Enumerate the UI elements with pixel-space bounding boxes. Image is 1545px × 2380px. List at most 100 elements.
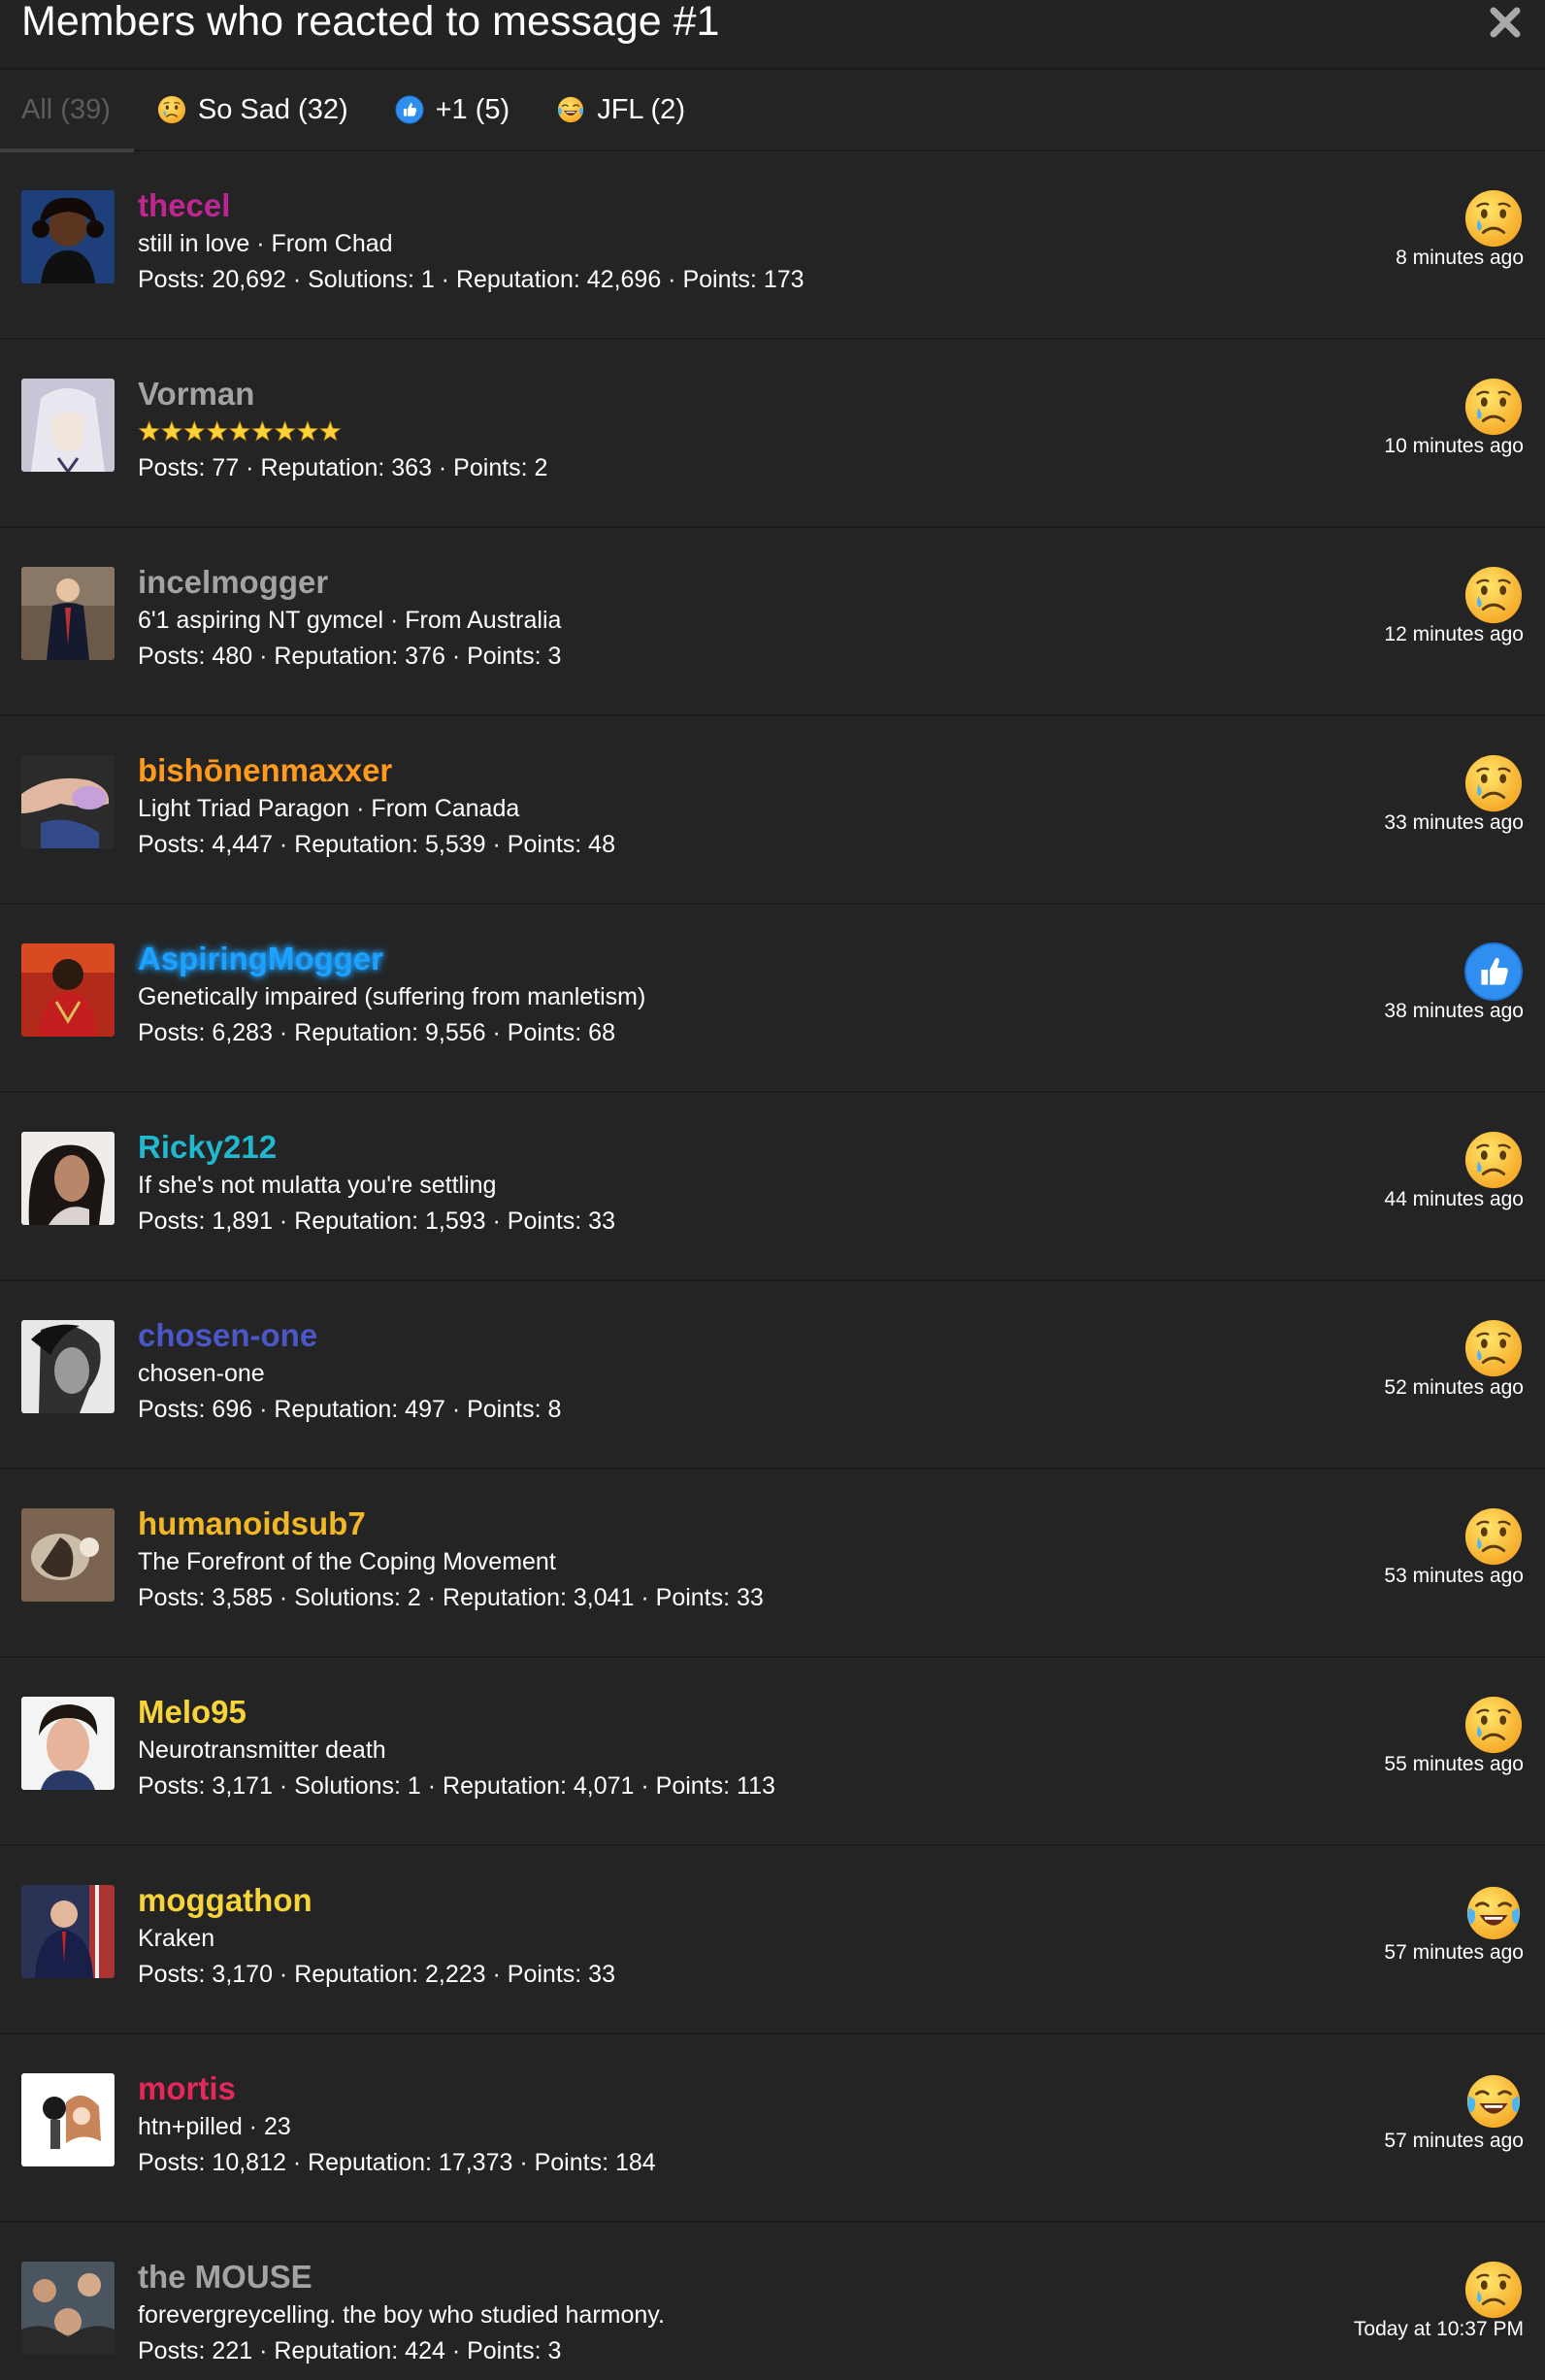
tab-label: +1 (5): [435, 93, 510, 125]
rank-stars-icon: [138, 419, 342, 442]
member-info: moggathon Kraken Posts: 3,170 · Reputation…: [138, 1881, 1293, 1992]
user-title: If she's not mulatta you're settling: [138, 1172, 497, 1199]
avatar[interactable]: [21, 1697, 115, 1790]
avatar[interactable]: [21, 755, 115, 848]
sad-emoji-icon: [1463, 753, 1524, 813]
user-stats: Posts: 221 · Reputation: 424 · Points: 3: [138, 2337, 562, 2364]
reaction-time: 52 minutes ago: [1384, 1376, 1524, 1399]
member-row: humanoidsub7 The Forefront of the Coping …: [0, 1470, 1545, 1658]
overlay-title: Members who reacted to message #1: [21, 0, 720, 45]
username-link[interactable]: moggathon: [138, 1881, 1293, 1920]
sad-emoji-icon: [1463, 1130, 1524, 1190]
user-title: still in love · From Chad: [138, 230, 393, 257]
member-row: Melo95 Neurotransmitter death Posts: 3,171…: [0, 1658, 1545, 1846]
member-row: chosen-one chosen-one Posts: 696 · Reputat…: [0, 1281, 1545, 1470]
reaction-time: 8 minutes ago: [1396, 247, 1524, 269]
member-info: chosen-one chosen-one Posts: 696 · Reputat…: [138, 1316, 1293, 1427]
tab-plus-one[interactable]: +1 (5): [372, 69, 534, 150]
overlay-header: Members who reacted to message #1: [0, 0, 1545, 70]
avatar[interactable]: [21, 1320, 115, 1413]
user-title: forevergreycelling. the boy who studied …: [138, 2301, 665, 2329]
member-info: incelmogger 6'1 aspiring NT gymcel · From…: [138, 563, 1293, 674]
user-title: Genetically impaired (suffering from man…: [138, 983, 646, 1010]
user-stats: Posts: 20,692 · Solutions: 1 · Reputatio…: [138, 266, 805, 293]
member-row: the MOUSE forevergreycelling. the boy who…: [0, 2223, 1545, 2380]
member-info: Melo95 Neurotransmitter death Posts: 3,171…: [138, 1693, 1293, 1803]
member-info: the MOUSE forevergreycelling. the boy who…: [138, 2258, 1293, 2368]
tab-label: All (39): [21, 93, 111, 125]
user-title: 6'1 aspiring NT gymcel · From Australia: [138, 607, 562, 634]
reaction-time: 12 minutes ago: [1384, 623, 1524, 645]
member-row: incelmogger 6'1 aspiring NT gymcel · From…: [0, 528, 1545, 716]
user-title: htn+pilled · 23: [138, 2113, 291, 2140]
sad-emoji-icon: [1463, 1695, 1524, 1755]
reaction-time: 57 minutes ago: [1384, 2130, 1524, 2152]
user-stats: Posts: 6,283 · Reputation: 9,556 · Point…: [138, 1019, 615, 1046]
avatar[interactable]: [21, 190, 115, 283]
reaction-time: 44 minutes ago: [1384, 1188, 1524, 1210]
avatar[interactable]: [21, 567, 115, 660]
member-row: AspiringMogger Genetically impaired (suff…: [0, 905, 1545, 1093]
username-link[interactable]: chosen-one: [138, 1316, 1293, 1355]
sad-emoji-icon: [1463, 377, 1524, 437]
user-title: Neurotransmitter death: [138, 1736, 386, 1764]
username-link[interactable]: thecel: [138, 186, 1293, 225]
tab-all[interactable]: All (39): [0, 69, 134, 152]
tab-so-sad[interactable]: So Sad (32): [134, 69, 372, 150]
username-link[interactable]: incelmogger: [138, 563, 1293, 602]
avatar[interactable]: [21, 943, 115, 1037]
tab-label: So Sad (32): [197, 93, 348, 125]
reaction-time: 55 minutes ago: [1384, 1753, 1524, 1775]
username-link[interactable]: humanoidsub7: [138, 1504, 1293, 1543]
member-info: humanoidsub7 The Forefront of the Coping …: [138, 1504, 1293, 1615]
avatar[interactable]: [21, 1885, 115, 1978]
reaction-time: Today at 10:37 PM: [1353, 2318, 1524, 2340]
avatar[interactable]: [21, 2262, 115, 2355]
reaction-time: 53 minutes ago: [1384, 1565, 1524, 1587]
sad-emoji-icon: [1463, 2260, 1524, 2320]
username-link[interactable]: bishōnenmaxxer: [138, 751, 1293, 790]
member-row: bishōnenmaxxer Light Triad Paragon · From…: [0, 716, 1545, 905]
user-title: Kraken: [138, 1925, 215, 1952]
tab-label: JFL (2): [597, 93, 685, 125]
avatar[interactable]: [21, 2073, 115, 2166]
reaction-tabs: All (39) So Sad (32) +1 (5) JFL (2): [0, 69, 1545, 152]
sad-emoji-icon: [1463, 565, 1524, 625]
member-row: Ricky212 If she's not mulatta you're sett…: [0, 1093, 1545, 1281]
reaction-time: 38 minutes ago: [1384, 1000, 1524, 1022]
user-stats: Posts: 3,171 · Solutions: 1 · Reputation…: [138, 1772, 775, 1800]
username-link[interactable]: Melo95: [138, 1693, 1293, 1732]
member-row: thecel still in love · From Chad Posts: 20…: [0, 151, 1545, 340]
rank-stars: [138, 413, 1293, 450]
member-row: Vorman Posts: 77 · Reputation: 363 · Poin…: [0, 340, 1545, 528]
member-info: AspiringMogger Genetically impaired (suff…: [138, 940, 1293, 1050]
reactions-overlay: Members who reacted to message #1 All (3…: [0, 0, 1545, 2380]
member-info: bishōnenmaxxer Light Triad Paragon · From…: [138, 751, 1293, 862]
sad-emoji-icon: [1463, 1506, 1524, 1567]
close-button[interactable]: [1485, 2, 1526, 43]
avatar[interactable]: [21, 1132, 115, 1225]
member-info: Vorman Posts: 77 · Reputation: 363 · Poin…: [138, 375, 1293, 485]
username-link[interactable]: the MOUSE: [138, 2258, 1293, 2297]
reaction-time: 10 minutes ago: [1384, 435, 1524, 457]
member-row: moggathon Kraken Posts: 3,170 · Reputation…: [0, 1846, 1545, 2034]
sad-emoji-icon: [1463, 1318, 1524, 1378]
sad-emoji-icon: [1463, 188, 1524, 248]
user-stats: Posts: 4,447 · Reputation: 5,539 · Point…: [138, 831, 615, 858]
username-link[interactable]: Ricky212: [138, 1128, 1293, 1167]
jfl-emoji-icon: [556, 95, 585, 124]
user-stats: Posts: 696 · Reputation: 497 · Points: 8: [138, 1396, 562, 1423]
username-link[interactable]: AspiringMogger: [138, 940, 1293, 978]
avatar[interactable]: [21, 379, 115, 472]
member-info: Ricky212 If she's not mulatta you're sett…: [138, 1128, 1293, 1239]
thumbs-up-icon: [395, 95, 424, 124]
tab-jfl[interactable]: JFL (2): [533, 69, 708, 150]
member-info: mortis htn+pilled · 23 Posts: 10,812 · Rep…: [138, 2069, 1293, 2180]
close-icon[interactable]: [1485, 2, 1526, 43]
jfl-emoji-icon: [1463, 2071, 1524, 2132]
user-title: chosen-one: [138, 1360, 265, 1387]
username-link[interactable]: Vorman: [138, 375, 1293, 413]
user-title: The Forefront of the Coping Movement: [138, 1548, 556, 1575]
username-link[interactable]: mortis: [138, 2069, 1293, 2108]
avatar[interactable]: [21, 1508, 115, 1602]
